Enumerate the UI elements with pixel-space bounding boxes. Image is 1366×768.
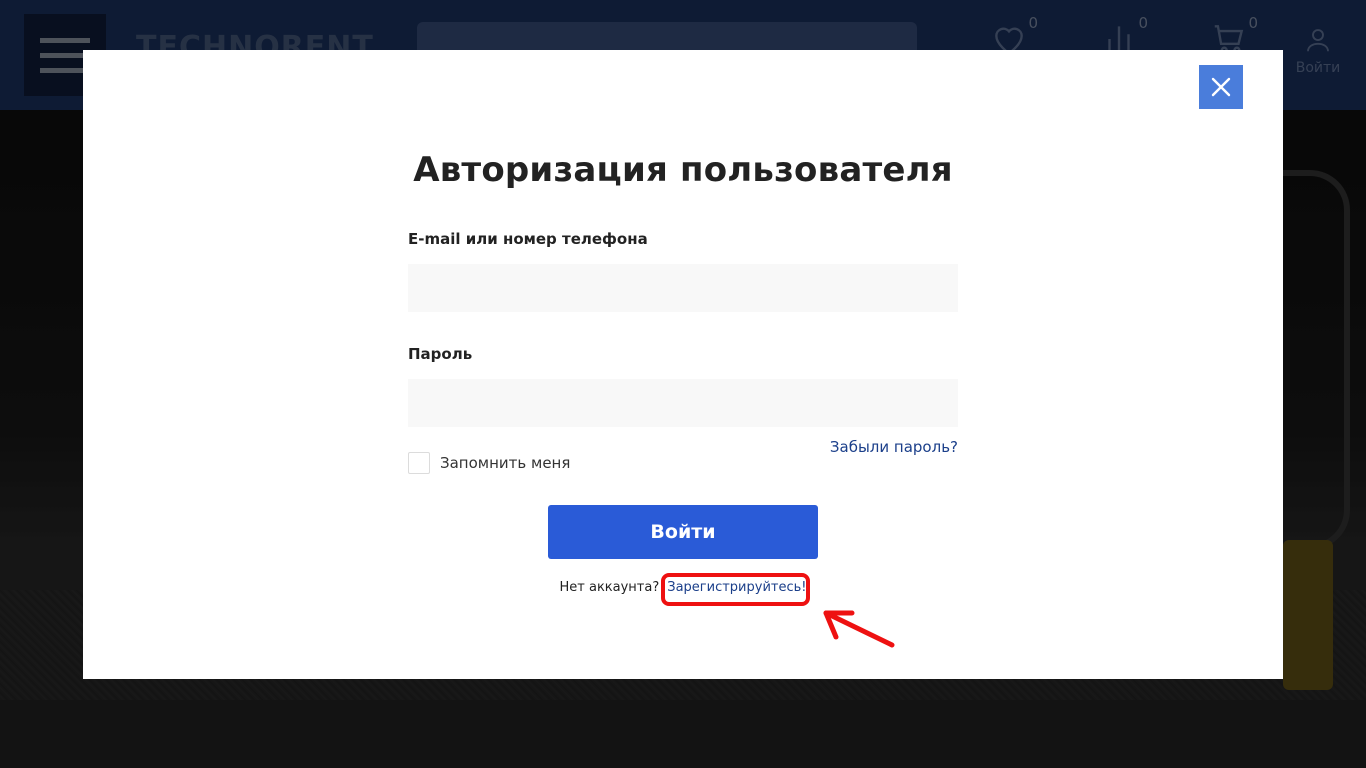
register-row: Нет аккаунта? Зарегистрируйтесь! [83, 580, 1283, 595]
cart-count: 0 [1248, 14, 1258, 32]
login-modal: Авторизация пользователя E-mail или номе… [83, 50, 1283, 679]
page-bottom [0, 700, 1366, 768]
password-field[interactable] [408, 379, 958, 427]
hero-machine [1280, 170, 1350, 550]
header-login-label: Войти [1295, 60, 1341, 76]
password-label: Пароль [408, 345, 473, 363]
modal-close-button[interactable] [1199, 65, 1243, 109]
email-field[interactable] [408, 264, 958, 312]
header-login[interactable]: Войти [1290, 24, 1346, 76]
remember-me-label: Запомнить меня [440, 454, 571, 472]
compare-count: 0 [1138, 14, 1148, 32]
remember-me-checkbox[interactable] [408, 452, 430, 474]
close-icon [1211, 77, 1231, 97]
favorites-count: 0 [1028, 14, 1038, 32]
remember-me[interactable]: Запомнить меня [408, 452, 570, 474]
annotation-arrow-icon [823, 610, 895, 648]
hero-machine-base [1283, 540, 1333, 690]
modal-title: Авторизация пользователя [413, 150, 953, 190]
no-account-text: Нет аккаунта? [559, 580, 660, 595]
forgot-password-link[interactable]: Забыли пароль? [830, 438, 958, 456]
email-label: E-mail или номер телефона [408, 230, 648, 248]
user-icon [1307, 29, 1329, 52]
login-submit-button[interactable]: Войти [548, 505, 818, 559]
register-link[interactable]: Зарегистрируйтесь! [667, 580, 806, 595]
